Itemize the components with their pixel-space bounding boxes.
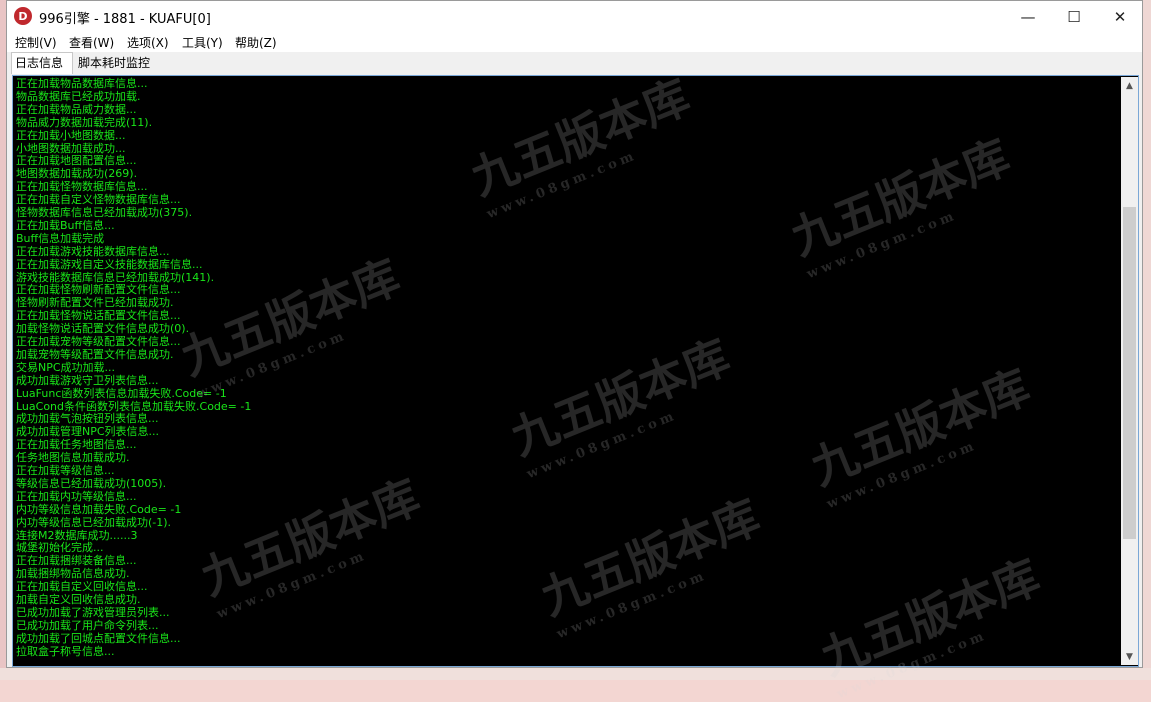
menu-bar: 控制(V) 查看(W) 选项(X) 工具(Y) 帮助(Z) [7, 32, 1142, 52]
log-line: 正在加载地图配置信息... [16, 154, 137, 168]
scroll-up-arrow-icon[interactable]: ▲ [1121, 77, 1138, 94]
log-line: 小地图数据加载成功... [16, 141, 126, 155]
log-line: 怪物数据库信息已经加载成功(375). [16, 206, 193, 219]
menu-control[interactable]: 控制(V) [15, 34, 57, 51]
log-line: 加载宠物等级配置文件信息成功. [16, 347, 174, 361]
log-line: 等级信息已经加载成功(1005). [16, 476, 167, 490]
menu-options[interactable]: 选项(X) [127, 34, 169, 51]
log-line: 成功加载管理NPC列表信息... [16, 425, 160, 439]
log-line: 加载怪物说话配置文件信息成功(0). [16, 322, 190, 336]
log-line: 正在加载Buff信息... [16, 218, 115, 232]
log-line: 正在加载游戏技能数据库信息... [16, 244, 170, 258]
log-line: 连接M2数据库成功......3 [16, 528, 138, 542]
desktop-background-right [1143, 0, 1151, 680]
log-line: 内功等级信息已经加载成功(-1). [16, 515, 172, 529]
log-line: 成功加载气泡按钮列表信息... [16, 412, 159, 426]
tab-script-timing[interactable]: 脚本耗时监控 [75, 55, 155, 74]
log-line: 物品威力数据加载完成(11). [16, 115, 153, 129]
log-line: Buff信息加载完成 [16, 231, 105, 245]
log-line: 正在加载捆绑装备信息... [16, 554, 137, 568]
log-line: 正在加载小地图数据... [16, 128, 126, 142]
log-line: LuaCond条件函数列表信息加载失败.Code= -1 [16, 399, 252, 413]
log-line: 正在加载宠物等级配置文件信息... [16, 335, 181, 348]
log-line: 怪物刷新配置文件已经加载成功. [16, 296, 174, 310]
log-line: 正在加载等级信息... [16, 464, 115, 477]
log-line: 成功加载游戏守卫列表信息... [16, 373, 159, 387]
tab-strip: 日志信息 脚本耗时监控 [7, 52, 1142, 74]
window-title: 996引擎 - 1881 - KUAFU[0] [39, 12, 211, 27]
log-line: 正在加载任务地图信息... [16, 438, 137, 452]
menu-view[interactable]: 查看(W) [69, 34, 114, 51]
log-line: 城堡初始化完成... [16, 541, 104, 555]
log-line: 交易NPC成功加载... [16, 360, 116, 374]
menu-help[interactable]: 帮助(Z) [235, 34, 277, 51]
close-button[interactable]: ✕ [1097, 1, 1143, 32]
log-line: 正在加载怪物说话配置文件信息... [16, 309, 181, 323]
vertical-scrollbar[interactable]: ▲ ▼ [1121, 77, 1138, 665]
log-line: 内功等级信息加载失败.Code= -1 [16, 502, 182, 516]
minimize-button[interactable]: — [1005, 1, 1051, 32]
log-line: 已成功加载了用户命令列表... [16, 618, 159, 632]
log-line: 已成功加载了游戏管理员列表... [16, 605, 170, 619]
log-line: 成功加载了回城点配置文件信息... [16, 631, 181, 645]
log-line: 正在加载怪物数据库信息... [16, 180, 148, 194]
scroll-down-arrow-icon[interactable]: ▼ [1121, 648, 1138, 665]
log-line: 正在加载怪物刷新配置文件信息... [16, 283, 181, 297]
log-line: 加载自定义回收信息成功. [16, 593, 141, 606]
log-line: 正在加载游戏自定义技能数据库信息... [16, 257, 203, 271]
log-line: 拉取盒子称号信息... [16, 644, 115, 658]
scroll-thumb[interactable] [1123, 207, 1136, 539]
app-logo-icon: D [14, 7, 32, 25]
log-line: 正在加载自定义怪物数据库信息... [16, 193, 181, 207]
log-line: 正在加载物品数据库信息... [16, 77, 148, 90]
log-line: 任务地图信息加载成功. [16, 451, 130, 465]
log-line: 物品数据库已经成功加载. [16, 89, 141, 103]
log-line: LuaFunc函数列表信息加载失败.Code= -1 [16, 386, 227, 400]
app-window: D 996引擎 - 1881 - KUAFU[0] — ☐ ✕ 控制(V) 查看… [6, 0, 1143, 702]
log-line: 加载捆绑物品信息成功. [16, 567, 130, 581]
log-panel: 正在加载物品数据库信息... 物品数据库已经成功加载. 正在加载物品威力数据... 物… [12, 75, 1139, 667]
maximize-button[interactable]: ☐ [1051, 1, 1097, 32]
title-bar[interactable]: D 996引擎 - 1881 - KUAFU[0] — ☐ ✕ [7, 1, 1142, 32]
log-line: 正在加载自定义回收信息... [16, 580, 148, 594]
log-line: 游戏技能数据库信息已经加载成功(141). [16, 270, 215, 284]
tab-log-info[interactable]: 日志信息 [11, 52, 73, 74]
log-line: 正在加载内功等级信息... [16, 489, 137, 503]
log-output[interactable]: 正在加载物品数据库信息... 物品数据库已经成功加载. 正在加载物品威力数据... 物… [14, 77, 1121, 665]
log-line: 地图数据加载成功(269). [16, 167, 138, 181]
desktop-background-bottom [0, 668, 1151, 680]
menu-tools[interactable]: 工具(Y) [182, 34, 223, 51]
log-line: 正在加载物品威力数据... [16, 102, 137, 116]
